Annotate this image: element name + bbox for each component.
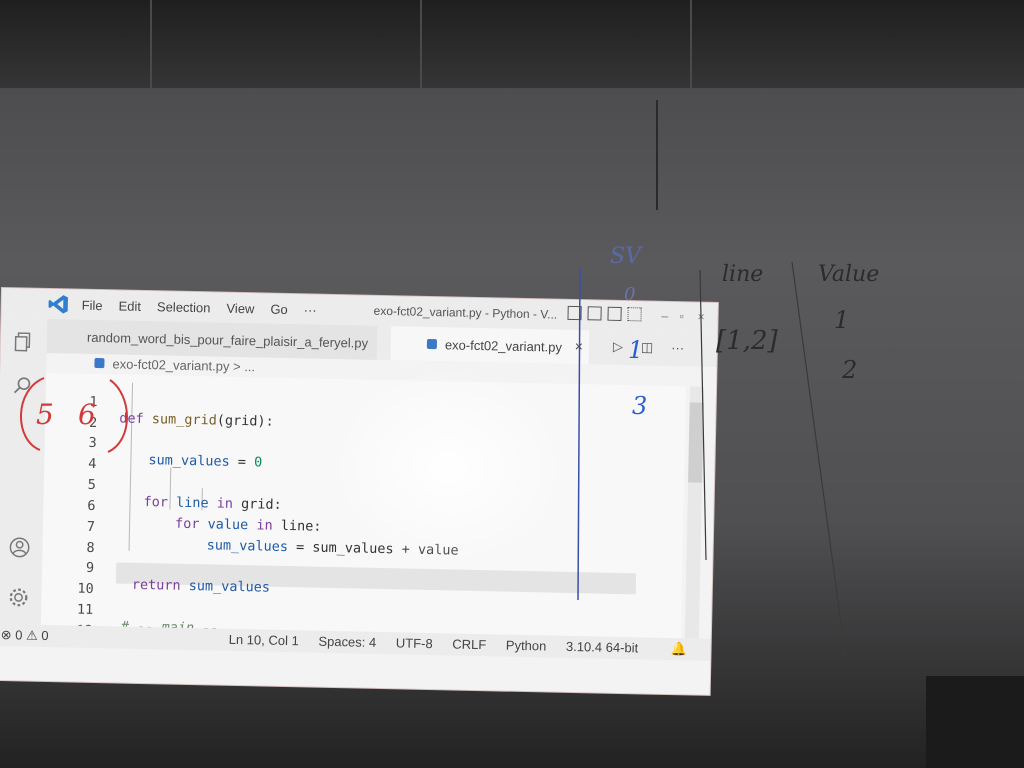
board-header-line: line [722, 262, 764, 287]
red-bracket-right [107, 379, 128, 453]
handwritten-value: 3 [632, 392, 648, 420]
board-value: 1 [834, 306, 850, 334]
handwritten-sv: SV [610, 244, 641, 269]
handwritten-digit: 6 [78, 398, 96, 431]
board-header-value: Value [818, 262, 880, 287]
handwritten-value: 1 [628, 336, 644, 364]
handwriting-layer [20, 261, 847, 661]
board-value: 2 [842, 356, 858, 384]
board-list: [1,2] [716, 326, 778, 356]
handwritten-digit: 5 [36, 398, 54, 431]
board-divider-line [699, 269, 707, 561]
blue-divider-line [577, 267, 581, 601]
handwritten-value: 0 [624, 284, 636, 305]
